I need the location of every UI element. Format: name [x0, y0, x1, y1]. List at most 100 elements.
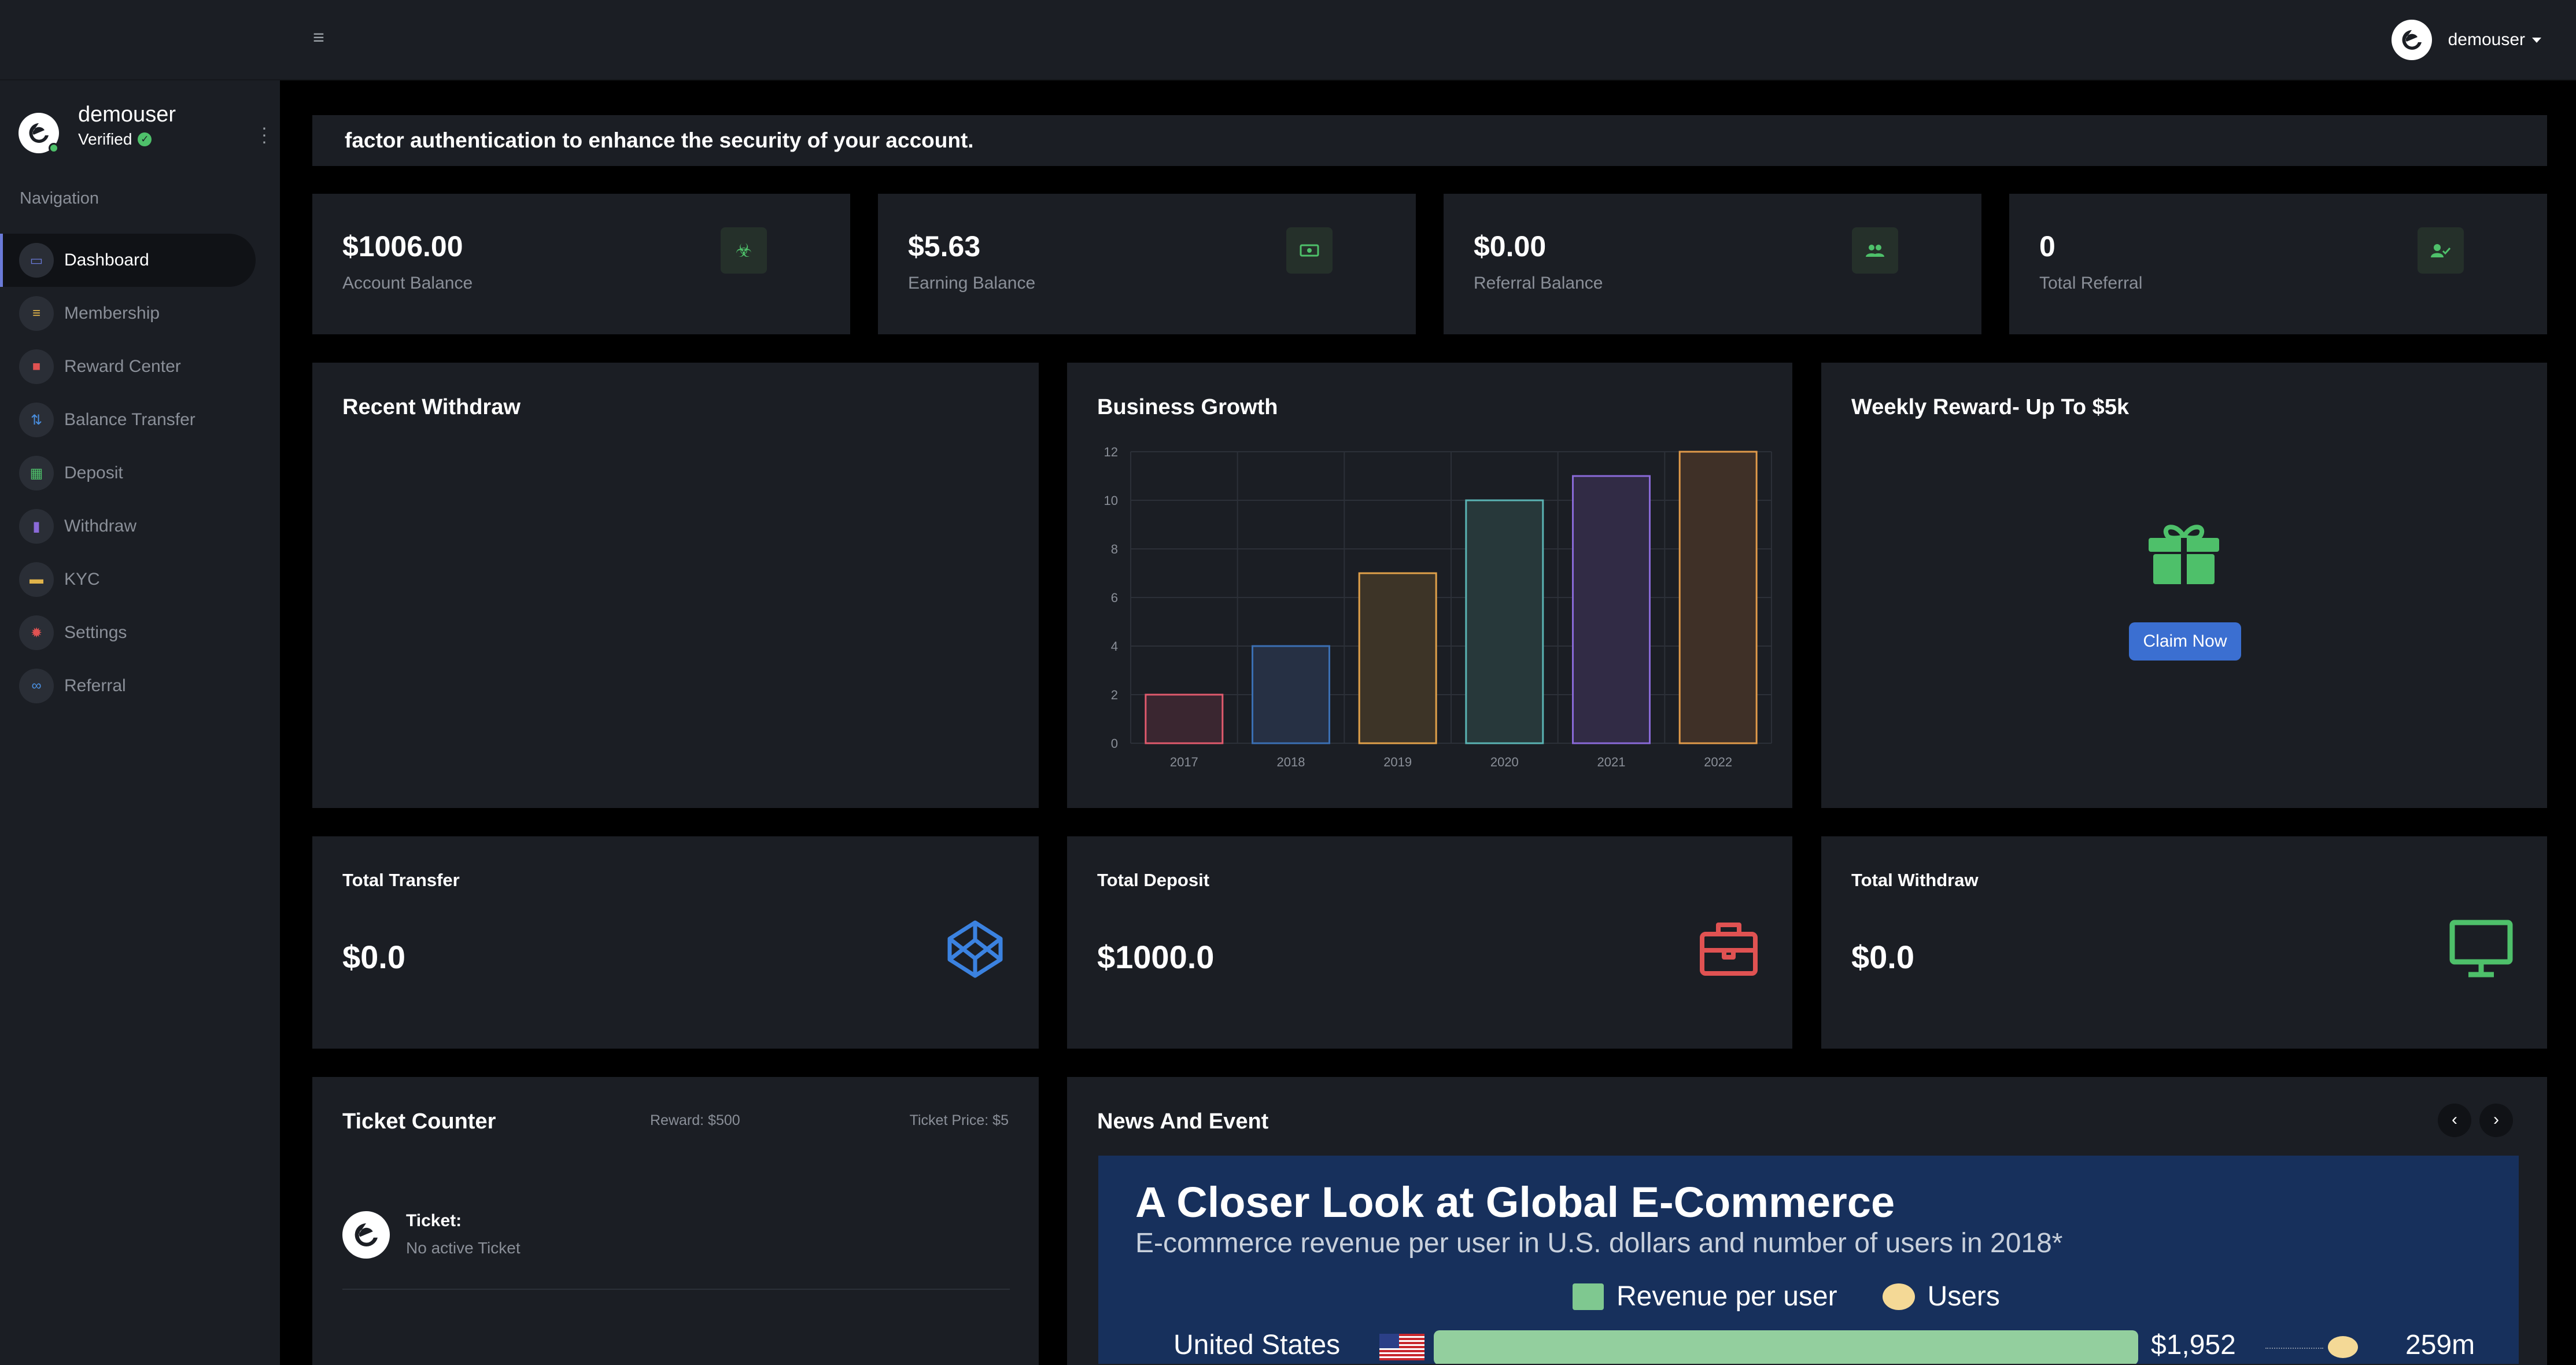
- panel-title: Recent Withdraw: [342, 395, 521, 419]
- us-flag-icon: [1379, 1334, 1424, 1360]
- membership-icon: ≡: [19, 296, 54, 331]
- y-tick-label: 0: [1111, 736, 1118, 751]
- users-dot: [2328, 1336, 2358, 1358]
- check-circle-icon: ✓: [138, 132, 152, 146]
- sidebar-item-deposit[interactable]: ▦ Deposit: [0, 447, 280, 500]
- sidebar-item-referral[interactable]: ∞ Referral: [0, 659, 280, 713]
- verified-status: Verified ✓: [78, 130, 152, 149]
- y-tick-label: 12: [1104, 445, 1118, 459]
- ticket-price: Ticket Price: $5: [909, 1112, 1009, 1128]
- sidebar-item-label: Settings: [64, 623, 127, 642]
- ticket-reward: Reward: $500: [650, 1112, 740, 1128]
- business-growth-chart: 0 2 4 6 8 10 12 2017 2018 2019 2020 2021 2022: [1104, 445, 1772, 768]
- news-image-subtitle: E-commerce revenue per user in U.S. doll…: [1135, 1228, 2063, 1259]
- x-tick-label: 2022: [1704, 755, 1732, 768]
- monitor-icon: ▭: [19, 243, 54, 278]
- country-label: United States: [1173, 1330, 1341, 1360]
- hamburger-menu-icon[interactable]: ≡: [310, 28, 327, 47]
- ticket-counter-panel: Ticket Counter Reward: $500 Ticket Price…: [312, 1077, 1039, 1365]
- sidebar-item-label: Balance Transfer: [64, 410, 195, 429]
- chart-bar: [1572, 475, 1651, 744]
- banner-text: factor authentication to enhance the sec…: [345, 128, 974, 152]
- bar-chart-icon: ▮: [19, 509, 54, 544]
- gear-icon: ✹: [19, 615, 54, 650]
- gift-icon: ■: [19, 349, 54, 384]
- revenue-value: $1,952: [2151, 1330, 2236, 1360]
- y-tick-label: 2: [1111, 688, 1118, 702]
- recent-withdraw-panel: Recent Withdraw: [312, 363, 1039, 808]
- sidebar-item-balance-transfer[interactable]: ⇅ Balance Transfer: [0, 393, 280, 447]
- total-title: Total Deposit: [1097, 870, 1210, 890]
- y-tick-label: 4: [1111, 639, 1118, 654]
- legend-revenue: Revenue per user: [1617, 1281, 1837, 1312]
- news-image[interactable]: A Closer Look at Global E-Commerce E-com…: [1098, 1156, 2519, 1364]
- total-title: Total Transfer: [342, 870, 460, 890]
- x-tick-label: 2019: [1383, 755, 1412, 768]
- business-growth-panel: Business Growth 0 2 4 6 8 10 12 2017 2018 2019 202…: [1067, 363, 1792, 808]
- divider: [342, 1289, 1010, 1290]
- stat-value: $1006.00: [342, 230, 463, 263]
- chart-bar: [1358, 572, 1437, 744]
- stat-label: Referral Balance: [1474, 274, 1603, 293]
- avatar: [2391, 20, 2432, 60]
- legend-swatch-users: [1882, 1283, 1915, 1310]
- top-user-name: demouser: [2448, 30, 2525, 49]
- sidebar-item-dashboard[interactable]: ▭ Dashboard: [0, 234, 256, 287]
- legend-swatch-revenue: [1573, 1283, 1604, 1310]
- stat-label: Earning Balance: [908, 274, 1036, 293]
- user-dropdown[interactable]: demouser: [2391, 20, 2541, 60]
- x-tick-label: 2020: [1490, 755, 1519, 768]
- dotted-connector: [2265, 1348, 2323, 1349]
- biohazard-icon: ☣: [721, 227, 767, 274]
- sidebar-item-membership[interactable]: ≡ Membership: [0, 287, 280, 340]
- avatar: [19, 113, 59, 153]
- sidebar-item-withdraw[interactable]: ▮ Withdraw: [0, 500, 280, 553]
- avatar: [342, 1211, 390, 1259]
- security-banner: factor authentication to enhance the sec…: [312, 115, 2547, 166]
- chart-bar: [1465, 499, 1544, 744]
- id-card-icon: ▬: [19, 562, 54, 597]
- sidebar-item-settings[interactable]: ✹ Settings: [0, 606, 280, 659]
- y-tick-label: 6: [1111, 591, 1118, 605]
- total-title: Total Withdraw: [1851, 870, 1979, 890]
- chart-bar: [1678, 451, 1758, 744]
- money-icon: [1286, 227, 1333, 274]
- revenue-bar: [1434, 1330, 2138, 1364]
- brand-logo-icon: [2402, 30, 2422, 50]
- brand-logo-icon: [355, 1223, 378, 1246]
- stat-card-account-balance: $1006.00 Account Balance ☣: [312, 194, 850, 334]
- prev-slide-button[interactable]: ‹: [2438, 1104, 2471, 1137]
- panel-title: News And Event: [1097, 1109, 1269, 1134]
- briefcase-icon: [1699, 919, 1759, 980]
- nav-heading: Navigation: [20, 189, 99, 208]
- sidebar-item-label: Withdraw: [64, 517, 137, 536]
- sidebar-item-label: Dashboard: [64, 250, 149, 270]
- link-icon: ∞: [19, 669, 54, 703]
- news-image-legend: Revenue per user Users: [1573, 1281, 2000, 1312]
- sidebar-item-label: KYC: [64, 570, 100, 589]
- users-value: 259m: [2405, 1330, 2475, 1360]
- x-tick-label: 2018: [1277, 755, 1305, 768]
- next-slide-button[interactable]: ›: [2479, 1104, 2513, 1137]
- news-image-title: A Closer Look at Global E-Commerce: [1135, 1178, 1895, 1226]
- gift-icon: [2145, 522, 2223, 588]
- stat-card-total-referral: 0 Total Referral: [2009, 194, 2547, 334]
- stat-value: 0: [2039, 230, 2055, 263]
- desktop-icon: [2449, 919, 2514, 982]
- stat-label: Total Referral: [2039, 274, 2143, 293]
- sidebar-nav: ▭ Dashboard ≡ Membership ■ Reward Center ⇅ Bala…: [0, 234, 280, 713]
- stat-card-referral-balance: $0.00 Referral Balance: [1444, 194, 1981, 334]
- sidebar-item-kyc[interactable]: ▬ KYC: [0, 553, 280, 606]
- chart-bar: [1145, 693, 1224, 744]
- sidebar-user: demouser Verified ✓ · · ·: [19, 92, 267, 156]
- claim-now-button[interactable]: Claim Now: [2129, 622, 2241, 661]
- ticket-label: Ticket:: [406, 1211, 462, 1230]
- brand-logo-icon: [29, 123, 49, 143]
- user-check-icon: [2418, 227, 2464, 274]
- users-icon: [1852, 227, 1898, 274]
- x-tick-label: 2021: [1597, 755, 1626, 768]
- panel-title: Ticket Counter: [342, 1109, 496, 1134]
- more-vertical-icon[interactable]: · · ·: [259, 118, 270, 150]
- sidebar-item-reward-center[interactable]: ■ Reward Center: [0, 340, 280, 393]
- sidebar-item-label: Referral: [64, 676, 126, 695]
